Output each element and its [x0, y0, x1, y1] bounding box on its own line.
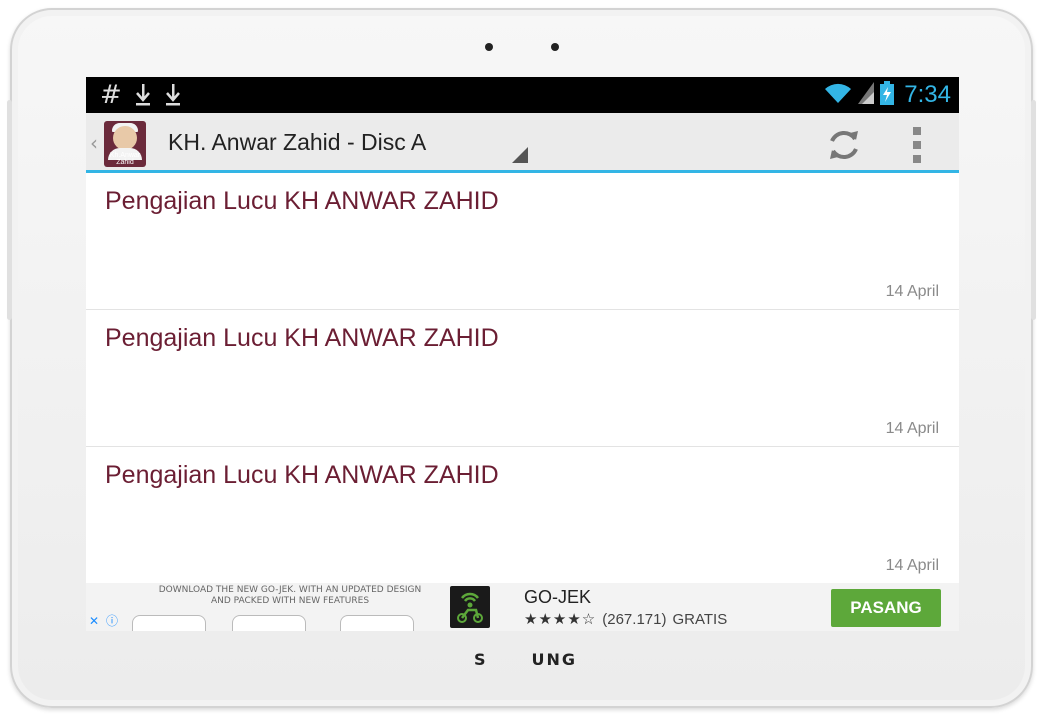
- list-item-date: 14 April: [885, 557, 939, 574]
- app-icon-text: Kh.Anwar Zahid: [109, 152, 141, 166]
- ad-promo-text: DOWNLOAD THE NEW GO-JEK. WITH AN UPDATED…: [130, 585, 450, 607]
- ad-price: GRATIS: [672, 610, 728, 628]
- status-clock: 7:34: [904, 81, 951, 108]
- ad-app-name: GO-JEK: [524, 587, 592, 607]
- camera-icon: [485, 43, 493, 51]
- ad-controls: ✕ ⓘ: [86, 613, 120, 629]
- overflow-menu-icon[interactable]: [912, 127, 922, 163]
- ad-phone-image: [132, 615, 206, 631]
- star-rating-icon: ★★★★☆: [524, 611, 597, 628]
- app-icon-face: [113, 126, 137, 150]
- overflow-dot: [913, 155, 921, 163]
- ad-close-icon[interactable]: ✕: [86, 613, 102, 629]
- ad-phone-image: [340, 615, 414, 631]
- ad-info-icon[interactable]: ⓘ: [104, 613, 120, 629]
- cell-signal-icon: [858, 82, 875, 108]
- notification-icons: #: [100, 80, 182, 115]
- action-bar: ‹ Kh.Anwar Zahid KH. Anwar Zahid - Disc …: [86, 113, 959, 173]
- status-bar: # 7:34: [86, 77, 959, 113]
- refresh-icon[interactable]: [824, 125, 864, 165]
- overflow-dot: [913, 141, 921, 149]
- list-item[interactable]: Pengajian Lucu KH ANWAR ZAHID 14 April: [86, 310, 959, 447]
- list-item-title: Pengajian Lucu KH ANWAR ZAHID: [105, 187, 499, 215]
- overflow-dot: [913, 127, 921, 135]
- ad-promo-line: AND PACKED WITH NEW FEATURES: [210, 596, 370, 606]
- ad-rating: ★★★★☆ (267.171) GRATIS: [524, 610, 728, 629]
- device-brand: S UNG: [474, 650, 578, 669]
- up-caret-icon[interactable]: ‹: [90, 131, 98, 155]
- disc-selector-title[interactable]: KH. Anwar Zahid - Disc A: [168, 129, 426, 156]
- gojek-logo-icon: [450, 586, 490, 628]
- list-item-date: 14 April: [885, 283, 939, 300]
- list-item-title: Pengajian Lucu KH ANWAR ZAHID: [105, 324, 499, 352]
- battery-charging-icon: [880, 81, 895, 109]
- app-icon[interactable]: Kh.Anwar Zahid: [104, 121, 146, 167]
- volume-button: [7, 100, 12, 320]
- spinner-arrow-icon[interactable]: [512, 147, 528, 163]
- sensor-icon: [551, 43, 559, 51]
- ad-rating-count: (267.171): [602, 610, 667, 628]
- episode-list: Pengajian Lucu KH ANWAR ZAHID 14 April P…: [86, 173, 959, 584]
- screen: # 7:34 ‹ Kh.Anwar Zahid KH. Anwar Zahid …: [86, 77, 959, 631]
- hash-icon: #: [100, 80, 122, 110]
- install-button[interactable]: PASANG: [831, 589, 941, 627]
- ad-promo-line: DOWNLOAD THE NEW GO-JEK. WITH AN UPDATED…: [158, 585, 422, 595]
- list-item[interactable]: Pengajian Lucu KH ANWAR ZAHID 14 April: [86, 173, 959, 310]
- list-item-date: 14 April: [885, 420, 939, 437]
- download-icon: [164, 80, 182, 115]
- ad-banner[interactable]: DOWNLOAD THE NEW GO-JEK. WITH AN UPDATED…: [86, 583, 959, 631]
- power-button: [1031, 100, 1036, 320]
- ad-phone-image: [232, 615, 306, 631]
- download-icon: [134, 80, 152, 115]
- wifi-icon: [824, 81, 852, 109]
- list-item-title: Pengajian Lucu KH ANWAR ZAHID: [105, 461, 499, 489]
- system-status: 7:34: [824, 77, 951, 113]
- list-item[interactable]: Pengajian Lucu KH ANWAR ZAHID 14 April: [86, 447, 959, 584]
